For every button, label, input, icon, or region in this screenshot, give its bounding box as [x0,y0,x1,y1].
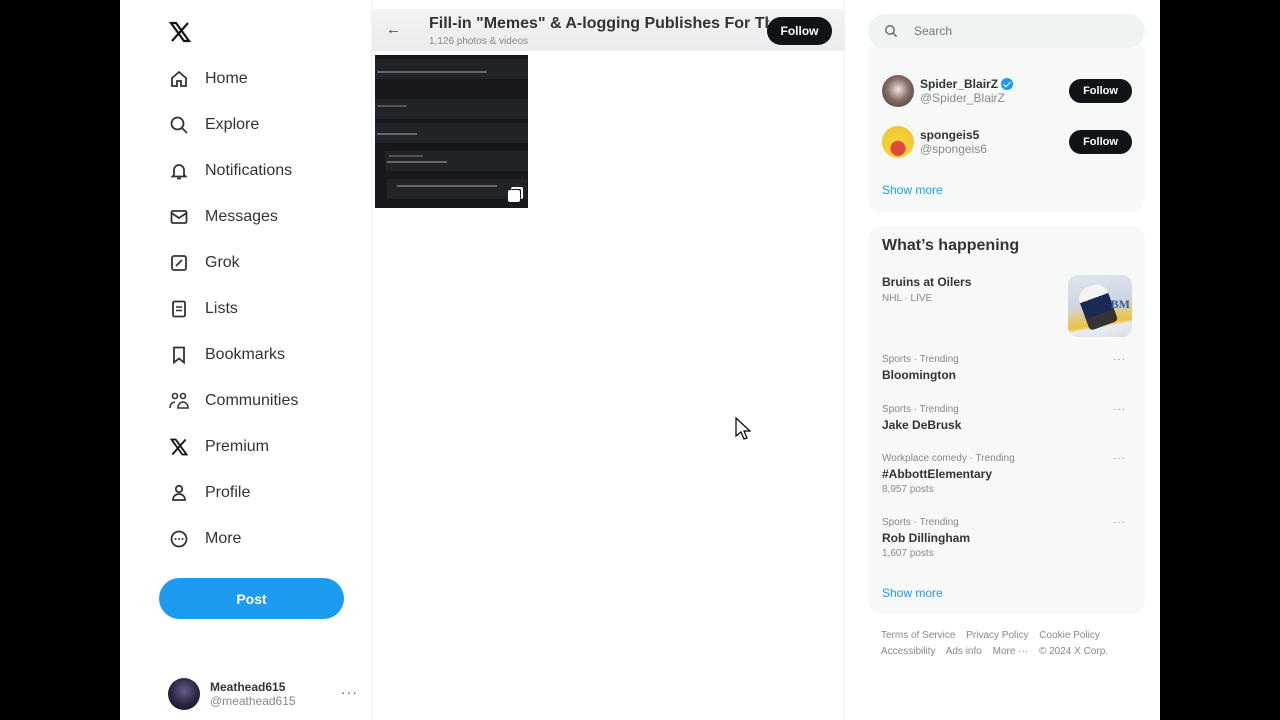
featured-trend[interactable]: Bruins at Oilers NHL · LIVE BM [882,275,1132,339]
grok-icon [168,252,190,274]
follow-button[interactable]: Follow [1069,79,1132,103]
footer-link[interactable]: Accessibility [881,646,935,657]
page-header: ← Fill-in "Memes" & A-logging Publishes … [372,9,845,51]
user-suggestion[interactable]: spongeis5 @spongeis6 Follow [882,126,1132,158]
sidebar-item-communities[interactable]: Communities [168,386,298,416]
list-icon [168,298,190,320]
user-handle: @Spider_BlairZ [920,91,1005,105]
show-more-link[interactable]: Show more [882,586,943,600]
post-button[interactable]: Post [159,578,344,619]
account-name: Meathead615 [210,680,286,694]
media-timeline: ← Fill-in "Memes" & A-logging Publishes … [371,0,845,720]
trend-context: Workplace comedy · Trending [882,453,1015,464]
follow-button[interactable]: Follow [767,17,832,45]
x-icon [168,436,190,458]
sidebar-item-lists[interactable]: Lists [168,294,238,324]
search-icon [168,114,190,136]
multiple-media-icon [508,190,520,202]
more-icon[interactable]: ··· [1113,354,1126,365]
trend-title: Bloomington [882,368,956,382]
footer-link[interactable]: Privacy Policy [966,630,1028,641]
communities-icon [168,390,190,412]
sidebar-item-label: Notifications [205,162,293,179]
x-logo-icon[interactable] [168,20,192,44]
sidebar-item-label: Premium [205,438,270,455]
avatar [882,126,914,158]
sidebar-item-label: More [205,530,242,547]
sidebar-item-label: Communities [205,392,299,409]
sidebar-item-label: Explore [205,116,260,133]
page-title: Fill-in "Memes" & A-logging Publishes Fo… [429,15,769,32]
user-suggestion[interactable]: Spider_BlairZ @Spider_BlairZ Follow [882,75,1132,107]
search-input[interactable] [914,24,1114,38]
account-switcher[interactable]: Meathead615 @meathead615 ··· [168,676,358,712]
page: Home Explore Notifications Messages Grok… [120,0,1160,720]
trend-item[interactable]: Sports · Trending Rob Dillingham 1,607 p… [882,517,1132,559]
whats-happening-card: What’s happening Bruins at Oilers NHL · … [868,226,1145,614]
footer-link[interactable]: Cookie Policy [1039,630,1100,641]
follow-button[interactable]: Follow [1069,130,1132,154]
more-icon[interactable]: ··· [1113,404,1126,415]
sidebar-item-label: Bookmarks [205,346,286,363]
sidebar-item-premium[interactable]: Premium [168,432,269,462]
footer-links: Terms of Service Privacy Policy Cookie P… [881,628,1141,660]
avatar [882,75,914,107]
bell-icon [168,160,190,182]
footer-link[interactable]: Terms of Service [881,630,955,641]
back-arrow-icon[interactable]: ← [386,21,401,38]
account-handle: @meathead615 [210,694,296,708]
sidebar-item-notifications[interactable]: Notifications [168,156,292,186]
sidebar-item-label: Grok [205,254,240,271]
sidebar-item-more[interactable]: More [168,524,241,554]
search-bar[interactable] [868,14,1145,48]
trend-context: Sports · Trending [882,517,959,528]
trend-image: BM [1068,275,1132,337]
sidebar-item-label: Messages [205,208,278,225]
sidebar-item-explore[interactable]: Explore [168,110,259,140]
more-icon[interactable]: ··· [1113,453,1126,464]
trend-post-count: 1,607 posts [882,548,934,559]
more-circle-icon [168,528,190,550]
footer-link[interactable]: More ··· [993,646,1029,657]
user-name: spongeis5 [920,128,980,142]
trend-title: Jake DeBrusk [882,418,962,432]
media-count: 1,126 photos & videos [429,36,528,47]
trend-item[interactable]: Workplace comedy · Trending #AbbottEleme… [882,453,1132,495]
trend-context: Sports · Trending [882,354,959,365]
footer-link[interactable]: Ads info [946,646,982,657]
trend-item[interactable]: Sports · Trending Bloomington ··· [882,354,1132,382]
verified-badge-icon [1001,78,1014,90]
user-name: Spider_BlairZ [920,77,999,91]
trend-title: #AbbottElementary [882,467,993,481]
who-to-follow-card: Spider_BlairZ @Spider_BlairZ Follow spon… [868,40,1145,212]
search-icon [885,25,898,38]
sidebar-item-home[interactable]: Home [168,64,248,94]
sidebar-item-label: Lists [205,300,238,317]
more-icon[interactable]: ··· [341,684,358,700]
trend-post-count: 8,957 posts [882,484,934,495]
avatar [168,678,200,710]
home-icon [168,68,190,90]
trend-context: Sports · Trending [882,404,959,415]
envelope-icon [168,206,190,228]
sidebar-item-label: Profile [205,484,251,501]
sidebar-item-messages[interactable]: Messages [168,202,278,232]
sidebar-nav: Home Explore Notifications Messages Grok… [120,0,370,720]
section-title: What’s happening [882,237,1020,254]
user-handle: @spongeis6 [920,142,987,156]
trend-title: Rob Dillingham [882,531,970,545]
more-icon[interactable]: ··· [1113,517,1126,528]
media-thumbnail[interactable] [375,55,528,208]
show-more-link[interactable]: Show more [882,183,943,197]
trend-item[interactable]: Sports · Trending Jake DeBrusk ··· [882,404,1132,432]
copyright: © 2024 X Corp. [1038,646,1109,657]
sidebar-item-grok[interactable]: Grok [168,248,240,278]
sidebar-item-profile[interactable]: Profile [168,478,250,508]
sidebar-item-bookmarks[interactable]: Bookmarks [168,340,285,370]
bookmark-icon [168,344,190,366]
person-icon [168,482,190,504]
sidebar-item-label: Home [205,70,248,87]
